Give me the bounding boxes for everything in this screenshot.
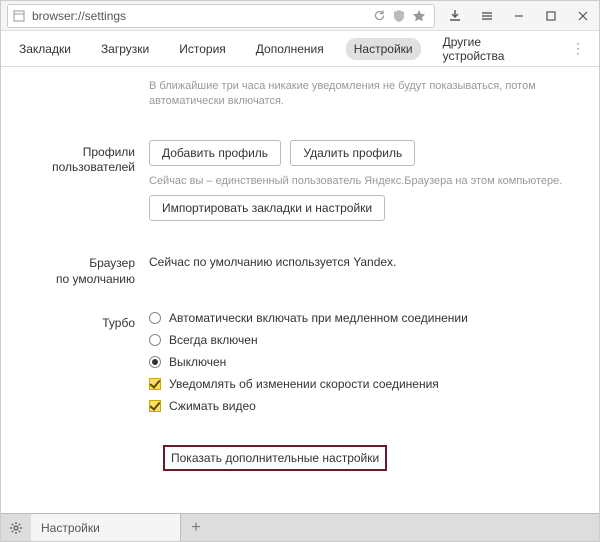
tab-settings[interactable]: Настройки [31,514,181,541]
checkbox-icon [149,378,161,390]
section-profiles: Профилипользователей Добавить профиль Уд… [19,140,581,227]
nav-other-devices[interactable]: Другие устройства [435,31,553,67]
show-advanced-link[interactable]: Показать дополнительные настройки [163,445,387,471]
section-notifications: В ближайшие три часа никакие уведомления… [19,77,581,116]
turbo-check-compress[interactable]: Сжимать видео [149,399,581,413]
tab-label: Настройки [41,521,100,535]
nav-extensions[interactable]: Дополнения [248,38,332,60]
maximize-button[interactable] [535,1,567,31]
radio-icon [149,312,161,324]
profiles-hint: Сейчас вы – единственный пользователь Ян… [149,174,581,189]
nav-more-icon[interactable]: ⋮ [567,40,589,57]
new-tab-button[interactable]: + [181,514,211,541]
import-button[interactable]: Импортировать закладки и настройки [149,195,385,221]
radio-label: Всегда включен [169,333,258,347]
profiles-label: Профилипользователей [19,140,149,227]
close-button[interactable] [567,1,599,31]
reload-icon[interactable] [373,9,386,22]
address-bar[interactable] [7,4,435,28]
nav-history[interactable]: История [171,38,234,60]
window-controls [439,1,599,31]
radio-icon [149,334,161,346]
section-turbo: Турбо Автоматически включать при медленн… [19,311,581,421]
checkbox-label: Уведомлять об изменении скорости соедине… [169,377,439,391]
radio-label: Автоматически включать при медленном сое… [169,311,468,325]
nav-bookmarks[interactable]: Закладки [11,38,79,60]
default-browser-text: Сейчас по умолчанию используется Yandex. [149,251,581,269]
url-input[interactable] [32,9,373,23]
turbo-radio-auto[interactable]: Автоматически включать при медленном сое… [149,311,581,325]
bookmark-star-icon[interactable] [412,9,426,23]
default-browser-label: Браузерпо умолчанию [19,251,149,287]
shield-icon[interactable] [392,9,406,23]
turbo-radio-always[interactable]: Всегда включен [149,333,581,347]
turbo-check-notify[interactable]: Уведомлять об изменении скорости соедине… [149,377,581,391]
advanced-settings: Показать дополнительные настройки [163,445,581,471]
page-icon [12,9,26,23]
checkbox-label: Сжимать видео [169,399,256,413]
radio-label: Выключен [169,355,226,369]
minimize-button[interactable] [503,1,535,31]
menu-icon[interactable] [471,1,503,31]
settings-navbar: Закладки Загрузки История Дополнения Нас… [1,31,599,67]
nav-downloads[interactable]: Загрузки [93,38,157,60]
tab-bar: Настройки + [1,513,599,541]
notifications-hint: В ближайшие три часа никакие уведомления… [149,79,581,110]
checkbox-icon [149,400,161,412]
add-profile-button[interactable]: Добавить профиль [149,140,281,166]
address-bar-actions [373,9,430,23]
nav-settings[interactable]: Настройки [346,38,421,60]
gear-icon[interactable] [1,514,31,541]
downloads-icon[interactable] [439,1,471,31]
titlebar [1,1,599,31]
radio-icon [149,356,161,368]
turbo-radio-off[interactable]: Выключен [149,355,581,369]
settings-content: В ближайшие три часа никакие уведомления… [1,67,599,513]
turbo-label: Турбо [19,311,149,421]
section-default-browser: Браузерпо умолчанию Сейчас по умолчанию … [19,251,581,287]
remove-profile-button[interactable]: Удалить профиль [290,140,415,166]
